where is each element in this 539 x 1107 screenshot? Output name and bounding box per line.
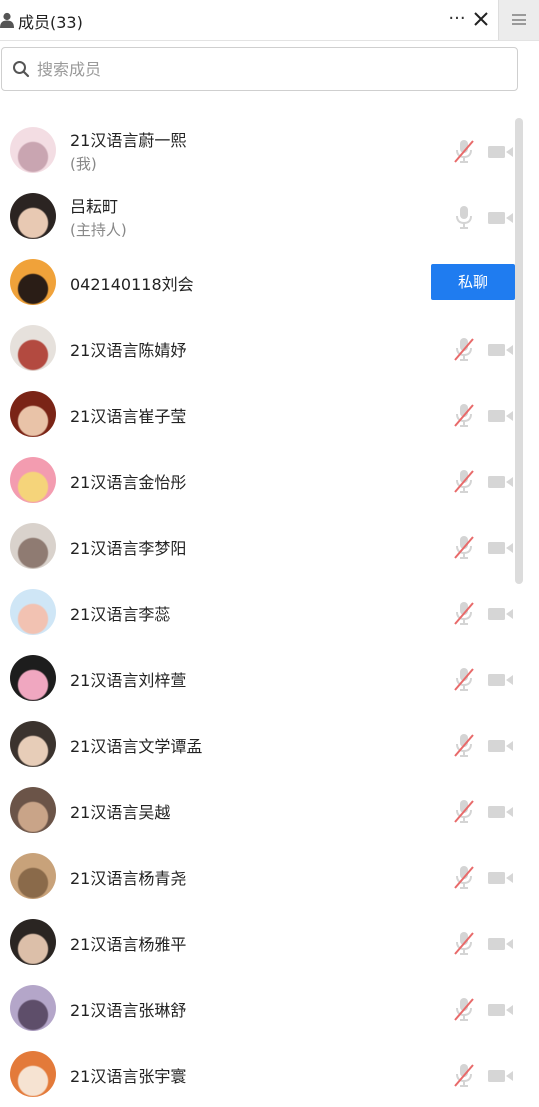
- avatar: [10, 127, 56, 173]
- mic-icon[interactable]: [453, 204, 475, 230]
- search-icon: [13, 61, 30, 78]
- member-name: 吕耘町: [70, 197, 119, 216]
- member-row[interactable]: 042140118刘会 私聊: [0, 249, 520, 315]
- member-name: 21汉语言吴越: [70, 803, 171, 822]
- avatar: [10, 853, 56, 899]
- avatar: [10, 523, 56, 569]
- avatar: [10, 259, 56, 305]
- mic-muted-icon[interactable]: [453, 600, 475, 626]
- panel-header: 成员(33) ···: [0, 0, 539, 40]
- member-row[interactable]: 21汉语言李蕊: [0, 579, 520, 645]
- member-name: 21汉语言杨雅平: [70, 935, 187, 954]
- member-name: 21汉语言张琳舒: [70, 1001, 187, 1020]
- search-box[interactable]: [1, 47, 518, 91]
- member-row[interactable]: 21汉语言金怡彤: [0, 447, 520, 513]
- camera-off-icon[interactable]: [488, 1002, 514, 1016]
- mic-muted-icon[interactable]: [453, 732, 475, 758]
- camera-off-icon[interactable]: [488, 408, 514, 422]
- member-name: 042140118刘会: [70, 275, 194, 294]
- avatar: [10, 985, 56, 1031]
- mic-muted-icon[interactable]: [453, 798, 475, 824]
- avatar: [10, 589, 56, 635]
- mic-muted-icon[interactable]: [453, 996, 475, 1022]
- mic-muted-icon[interactable]: [453, 138, 475, 164]
- more-button[interactable]: ···: [446, 8, 468, 30]
- camera-off-icon[interactable]: [488, 1068, 514, 1082]
- member-role: (主持人): [70, 221, 127, 239]
- member-role: (我): [70, 155, 97, 173]
- people-icon: [0, 12, 14, 28]
- camera-off-icon[interactable]: [488, 540, 514, 554]
- avatar: [10, 193, 56, 239]
- scrollbar[interactable]: [515, 118, 523, 584]
- avatar: [10, 721, 56, 767]
- avatar: [10, 457, 56, 503]
- member-name: 21汉语言杨青尧: [70, 869, 187, 888]
- member-row[interactable]: 21汉语言文学谭孟: [0, 711, 520, 777]
- member-row[interactable]: 21汉语言蔚一熙 (我): [0, 117, 520, 183]
- header-divider: [0, 40, 539, 41]
- menu-button[interactable]: [498, 0, 539, 40]
- search-input[interactable]: [37, 56, 497, 82]
- mic-muted-icon[interactable]: [453, 1062, 475, 1088]
- mic-muted-icon[interactable]: [453, 534, 475, 560]
- member-row[interactable]: 21汉语言刘梓萱: [0, 645, 520, 711]
- member-row[interactable]: 21汉语言吴越: [0, 777, 520, 843]
- member-name: 21汉语言蔚一熙: [70, 131, 187, 150]
- private-chat-button[interactable]: 私聊: [431, 264, 515, 300]
- avatar: [10, 919, 56, 965]
- mic-muted-icon[interactable]: [453, 666, 475, 692]
- member-name: 21汉语言刘梓萱: [70, 671, 187, 690]
- avatar: [10, 325, 56, 371]
- mic-muted-icon[interactable]: [453, 468, 475, 494]
- avatar: [10, 655, 56, 701]
- mic-muted-icon[interactable]: [453, 864, 475, 890]
- panel-title: 成员(33): [18, 13, 83, 32]
- camera-off-icon[interactable]: [488, 804, 514, 818]
- camera-off-icon[interactable]: [488, 474, 514, 488]
- avatar: [10, 787, 56, 833]
- camera-off-icon[interactable]: [488, 342, 514, 356]
- member-name: 21汉语言张宇寰: [70, 1067, 187, 1086]
- camera-off-icon[interactable]: [488, 738, 514, 752]
- camera-off-icon[interactable]: [488, 936, 514, 950]
- member-name: 21汉语言李梦阳: [70, 539, 187, 558]
- menu-icon: [512, 14, 526, 25]
- avatar: [10, 1051, 56, 1097]
- member-name: 21汉语言陈婧妤: [70, 341, 187, 360]
- mic-muted-icon[interactable]: [453, 930, 475, 956]
- member-row[interactable]: 21汉语言杨青尧: [0, 843, 520, 909]
- member-name: 21汉语言崔子莹: [70, 407, 187, 426]
- camera-off-icon[interactable]: [488, 606, 514, 620]
- member-row[interactable]: 21汉语言陈婧妤: [0, 315, 520, 381]
- member-row[interactable]: 21汉语言张琳舒: [0, 975, 520, 1041]
- member-row[interactable]: 21汉语言李梦阳: [0, 513, 520, 579]
- member-name: 21汉语言李蕊: [70, 605, 171, 624]
- member-name: 21汉语言文学谭孟: [70, 737, 203, 756]
- member-row[interactable]: 21汉语言张宇寰: [0, 1041, 520, 1107]
- camera-off-icon[interactable]: [488, 144, 514, 158]
- member-row[interactable]: 吕耘町 (主持人): [0, 183, 520, 249]
- member-row[interactable]: 21汉语言崔子莹: [0, 381, 520, 447]
- mic-muted-icon[interactable]: [453, 402, 475, 428]
- camera-off-icon[interactable]: [488, 210, 514, 224]
- camera-off-icon[interactable]: [488, 870, 514, 884]
- avatar: [10, 391, 56, 437]
- mic-muted-icon[interactable]: [453, 336, 475, 362]
- member-name: 21汉语言金怡彤: [70, 473, 187, 492]
- close-icon[interactable]: [470, 8, 492, 30]
- camera-off-icon[interactable]: [488, 672, 514, 686]
- member-row[interactable]: 21汉语言杨雅平: [0, 909, 520, 975]
